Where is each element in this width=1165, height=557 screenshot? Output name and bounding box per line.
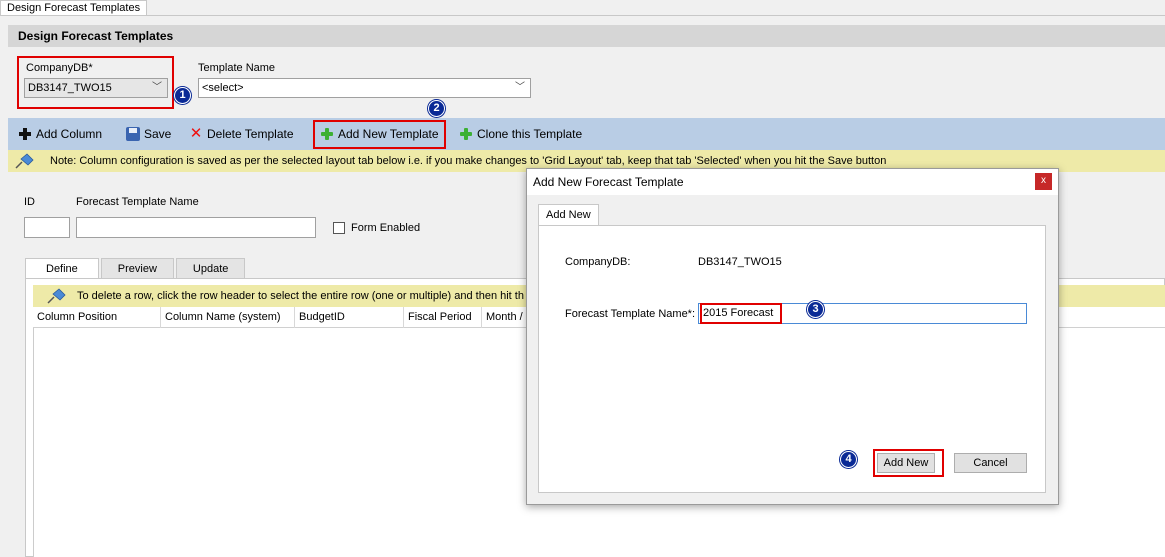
step-badge-2: 2: [428, 100, 445, 117]
template-name-select[interactable]: <select> ﹀: [198, 78, 531, 98]
column-header[interactable]: Column Name (system): [161, 307, 295, 328]
step-badge-1: 1: [174, 87, 191, 104]
red-x-icon: ✕: [189, 125, 203, 142]
tab-strip-divider: [0, 15, 1165, 16]
clone-template-button[interactable]: Clone this Template: [459, 118, 582, 150]
tab-update[interactable]: Update: [175, 258, 246, 278]
pushpin-icon: [15, 153, 34, 169]
chevron-down-icon: ﹀: [515, 82, 525, 93]
highlight-box-add-template: [313, 120, 446, 149]
step-badge-3: 3: [807, 301, 824, 318]
cancel-button[interactable]: Cancel: [954, 453, 1027, 473]
highlight-box-name: [700, 303, 782, 324]
add-new-template-dialog: Add New Forecast Template x Add New Comp…: [526, 168, 1059, 505]
form-enabled-checkbox[interactable]: [333, 222, 345, 234]
plus-icon: [18, 127, 32, 141]
forecast-template-name-label: Forecast Template Name: [76, 196, 199, 208]
section-title: Design Forecast Templates: [8, 25, 1165, 47]
tab-add-new[interactable]: Add New: [538, 204, 599, 225]
floppy-disk-icon: [126, 127, 140, 141]
delete-template-button[interactable]: ✕ Delete Template: [189, 118, 294, 150]
green-plus-icon: [459, 127, 473, 141]
template-name-value: <select>: [202, 82, 244, 94]
dialog-title: Add New Forecast Template: [527, 169, 1058, 195]
dialog-name-label: Forecast Template Name*:: [565, 308, 696, 320]
save-label: Save: [144, 127, 172, 141]
dialog-company-value: DB3147_TWO15: [698, 256, 782, 268]
save-button[interactable]: Save: [126, 118, 171, 150]
document-tab[interactable]: Design Forecast Templates: [0, 0, 148, 16]
add-column-button[interactable]: Add Column: [18, 118, 102, 150]
forecast-template-name-field[interactable]: [76, 217, 316, 238]
id-label: ID: [24, 196, 35, 208]
column-header[interactable]: Month /: [482, 307, 526, 328]
close-icon[interactable]: x: [1035, 173, 1052, 190]
tab-preview[interactable]: Preview: [100, 258, 174, 278]
pushpin-icon: [47, 288, 66, 304]
highlight-box-add-new: [873, 449, 944, 477]
highlight-box-company: [17, 56, 174, 109]
form-enabled-label: Form Enabled: [351, 222, 421, 234]
column-header[interactable]: Column Position: [33, 307, 161, 328]
clone-template-label: Clone this Template: [477, 127, 583, 141]
template-name-label: Template Name: [198, 62, 276, 74]
column-header[interactable]: Fiscal Period: [404, 307, 482, 328]
column-header[interactable]: BudgetID: [295, 307, 404, 328]
add-column-label: Add Column: [36, 127, 103, 141]
toolbar: [8, 118, 1165, 150]
id-field[interactable]: [24, 217, 70, 238]
tab-define[interactable]: Define: [25, 258, 99, 279]
delete-template-label: Delete Template: [207, 127, 294, 141]
dialog-company-label: CompanyDB:: [565, 256, 631, 268]
step-badge-4: 4: [840, 451, 857, 468]
layout-tabs: Define Preview Update: [25, 258, 247, 279]
